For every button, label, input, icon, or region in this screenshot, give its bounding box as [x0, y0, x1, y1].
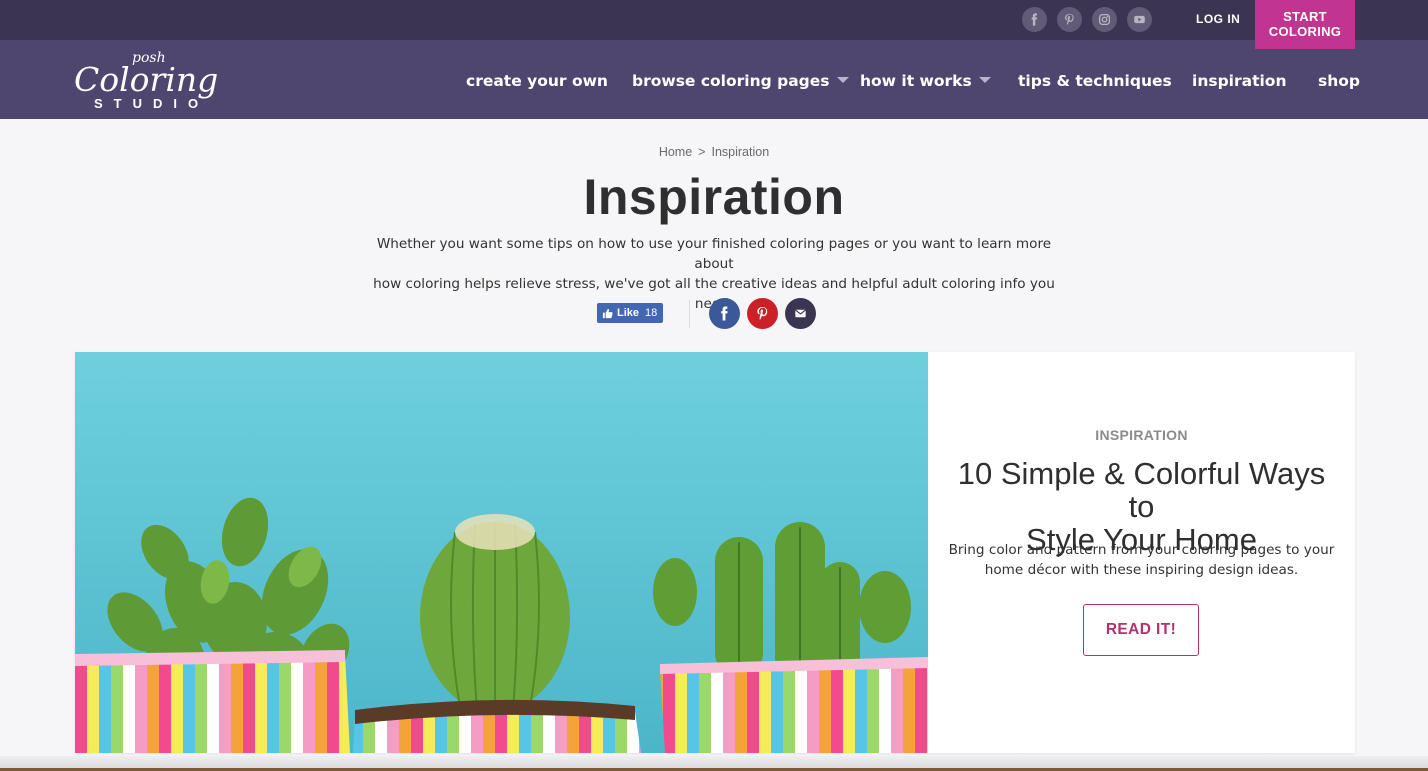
page-title: Inspiration [583, 169, 845, 225]
start-coloring-line1: START [1283, 9, 1327, 24]
pinterest-share-icon[interactable] [747, 298, 778, 329]
nav-shop[interactable]: shop [1318, 72, 1360, 90]
post-description: Bring color and pattern from your colori… [948, 540, 1335, 580]
chevron-down-icon [978, 77, 991, 83]
logo-sub-text: STUDIO [94, 96, 209, 111]
like-label: Like [617, 307, 640, 319]
featured-post-text: INSPIRATION 10 Simple & Colorful Ways to… [928, 352, 1355, 753]
breadcrumb: Home > Inspiration [0, 145, 1428, 159]
breadcrumb-current: Inspiration [711, 145, 770, 159]
nav-inspiration[interactable]: inspiration [1192, 72, 1287, 90]
site-logo[interactable]: posh Coloring STUDIO [72, 45, 222, 115]
pinterest-icon[interactable] [1057, 7, 1082, 32]
email-share-icon[interactable] [785, 298, 816, 329]
nav-label: inspiration [1192, 72, 1287, 90]
share-divider [689, 300, 690, 328]
instagram-icon[interactable] [1092, 7, 1117, 32]
thumbs-up-icon [602, 308, 613, 318]
main-nav-bar: posh Coloring STUDIO create your own bro… [0, 40, 1428, 119]
intro-line1: Whether you want some tips on how to use… [376, 236, 1052, 272]
logo-main-text: Coloring [74, 60, 218, 99]
login-link[interactable]: LOG IN [1196, 12, 1240, 26]
read-it-button[interactable]: READ IT! [1083, 604, 1199, 656]
youtube-icon[interactable] [1127, 7, 1152, 32]
post-desc-line1: Bring color and pattern from your colori… [948, 542, 1335, 558]
nav-tips-techniques[interactable]: tips & techniques [1018, 72, 1172, 90]
featured-post-image[interactable] [75, 352, 928, 753]
featured-post-card: INSPIRATION 10 Simple & Colorful Ways to… [75, 352, 1355, 753]
post-desc-line2: home décor with these inspiring design i… [984, 562, 1299, 578]
nav-label: browse coloring pages [632, 72, 830, 90]
nav-how-it-works[interactable]: how it works [860, 72, 991, 90]
nav-label: create your own [466, 72, 608, 90]
post-title-line1: 10 Simple & Colorful Ways to [957, 456, 1326, 524]
nav-browse-coloring-pages[interactable]: browse coloring pages [632, 72, 849, 90]
top-bar: LOG IN [0, 0, 1428, 40]
nav-label: shop [1318, 72, 1361, 90]
nav-label: tips & techniques [1018, 72, 1172, 90]
social-links [1022, 7, 1152, 32]
post-category[interactable]: INSPIRATION [928, 427, 1355, 443]
start-coloring-button[interactable]: START COLORING [1255, 0, 1355, 49]
breadcrumb-home[interactable]: Home [659, 145, 692, 159]
nav-create-your-own[interactable]: create your own [466, 72, 608, 90]
facebook-icon[interactable] [1022, 7, 1047, 32]
chevron-down-icon [836, 77, 849, 83]
breadcrumb-separator: > [698, 145, 706, 159]
facebook-like-button[interactable]: Like 18 [597, 303, 663, 323]
like-count: 18 [645, 307, 658, 319]
facebook-share-icon[interactable] [709, 298, 740, 329]
start-coloring-line2: COLORING [1268, 24, 1342, 39]
nav-label: how it works [860, 72, 972, 90]
